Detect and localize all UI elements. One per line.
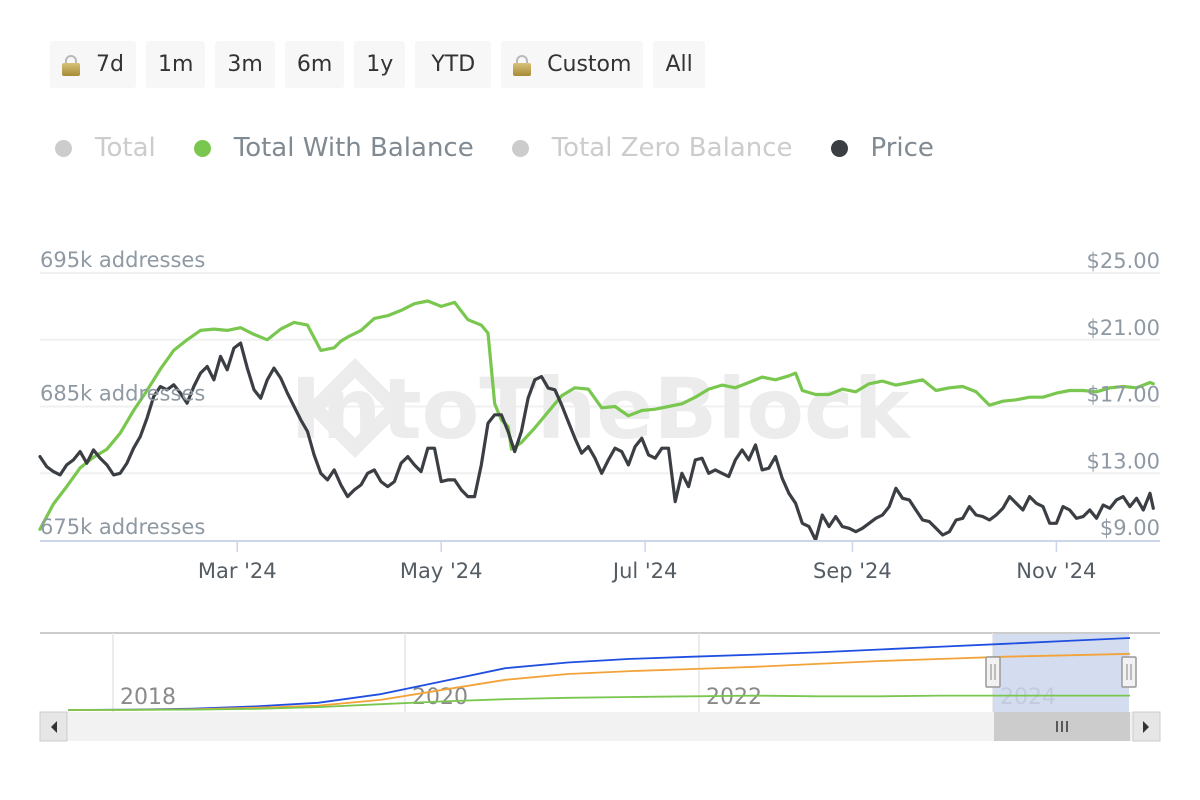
y-left-tick-label: 685k addresses bbox=[40, 382, 205, 406]
y-left-tick-label: 695k addresses bbox=[40, 248, 205, 272]
x-tick-label: Jul '24 bbox=[611, 559, 678, 583]
navigator-tick-label: 2022 bbox=[706, 685, 762, 710]
x-tick-label: Sep '24 bbox=[813, 559, 892, 583]
y-right-tick-label: $21.00 bbox=[1087, 316, 1160, 340]
handle-grip-icon[interactable] bbox=[1121, 656, 1137, 688]
y-right-tick-label: $9.00 bbox=[1100, 516, 1160, 540]
y-right-tick-label: $13.00 bbox=[1087, 449, 1160, 473]
handle-grip-icon[interactable] bbox=[985, 656, 1001, 688]
y-right-tick-label: $17.00 bbox=[1087, 383, 1160, 407]
navigator-selected-range bbox=[993, 634, 1129, 712]
navigator-handle-right[interactable] bbox=[1121, 656, 1137, 688]
y-right-tick-label: $25.00 bbox=[1087, 249, 1160, 273]
x-tick-label: Mar '24 bbox=[198, 559, 277, 583]
navigator[interactable]: 2018202020222024 bbox=[39, 632, 1161, 742]
navigator-series-total bbox=[67, 637, 1131, 711]
navigator-tick-label: 2018 bbox=[120, 685, 176, 710]
x-tick-label: May '24 bbox=[400, 559, 483, 583]
chart-area: IntoTheBlock 675k addresses685k addresse… bbox=[38, 248, 1161, 742]
navigator-handle-left[interactable] bbox=[985, 656, 1001, 688]
y-axis-left: 675k addresses 685k addresses 695k address… bbox=[40, 248, 205, 539]
x-tick-label: Nov '24 bbox=[1016, 559, 1096, 583]
navigator-tick-label: 2020 bbox=[412, 685, 468, 710]
scrollbar-track[interactable] bbox=[40, 712, 1160, 741]
y-left-tick-label: 675k addresses bbox=[40, 515, 205, 539]
x-axis: Mar '24 May '24 Jul '24 Sep '24 Nov '24 bbox=[40, 540, 1160, 583]
navigator-series-total-zero-balance bbox=[67, 652, 1131, 711]
